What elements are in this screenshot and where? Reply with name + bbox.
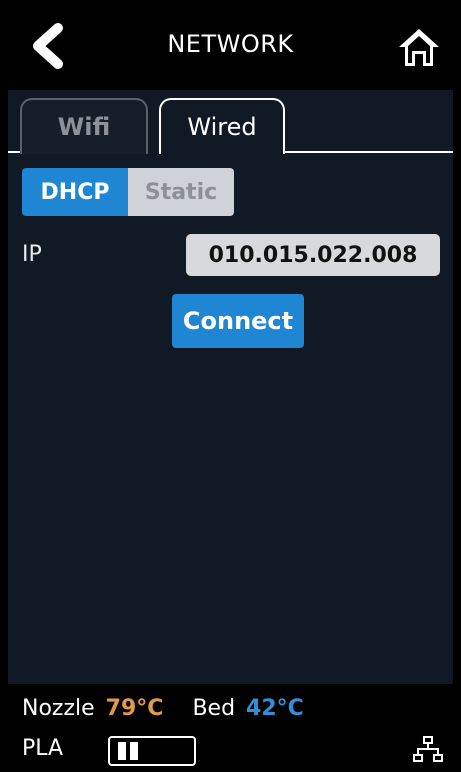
home-icon <box>399 29 439 66</box>
static-button[interactable]: Static <box>128 168 234 216</box>
status-bar: Nozzle 79°C Bed 42°C PLA <box>0 684 461 772</box>
tab-divider <box>283 151 453 153</box>
ip-label: IP <box>22 242 42 267</box>
temperature-row: Nozzle 79°C Bed 42°C <box>22 696 308 721</box>
network-panel: Wifi Wired DHCP Static IP 010.015.022.00… <box>8 90 453 684</box>
tab-divider-left <box>8 151 20 153</box>
home-button[interactable] <box>397 26 441 68</box>
header-bar: NETWORK <box>0 0 461 90</box>
ip-address-field[interactable]: 010.015.022.008 <box>186 234 440 276</box>
filament-spool-icon <box>108 736 196 766</box>
material-label: PLA <box>22 736 64 761</box>
wired-network-icon <box>413 736 443 762</box>
spool-bar-right <box>130 742 138 760</box>
dhcp-button[interactable]: DHCP <box>22 168 128 216</box>
page-title: NETWORK <box>167 30 294 58</box>
bed-label: Bed <box>192 696 236 721</box>
nozzle-temp: 79°C <box>105 696 164 721</box>
tab-wired[interactable]: Wired <box>159 98 285 154</box>
connect-button[interactable]: Connect <box>172 294 304 348</box>
ip-mode-toggle: DHCP Static <box>22 168 234 216</box>
bed-temp: 42°C <box>246 696 304 721</box>
nozzle-label: Nozzle <box>22 696 95 721</box>
spool-bar-left <box>118 742 126 760</box>
tab-wifi[interactable]: Wifi <box>20 98 148 154</box>
